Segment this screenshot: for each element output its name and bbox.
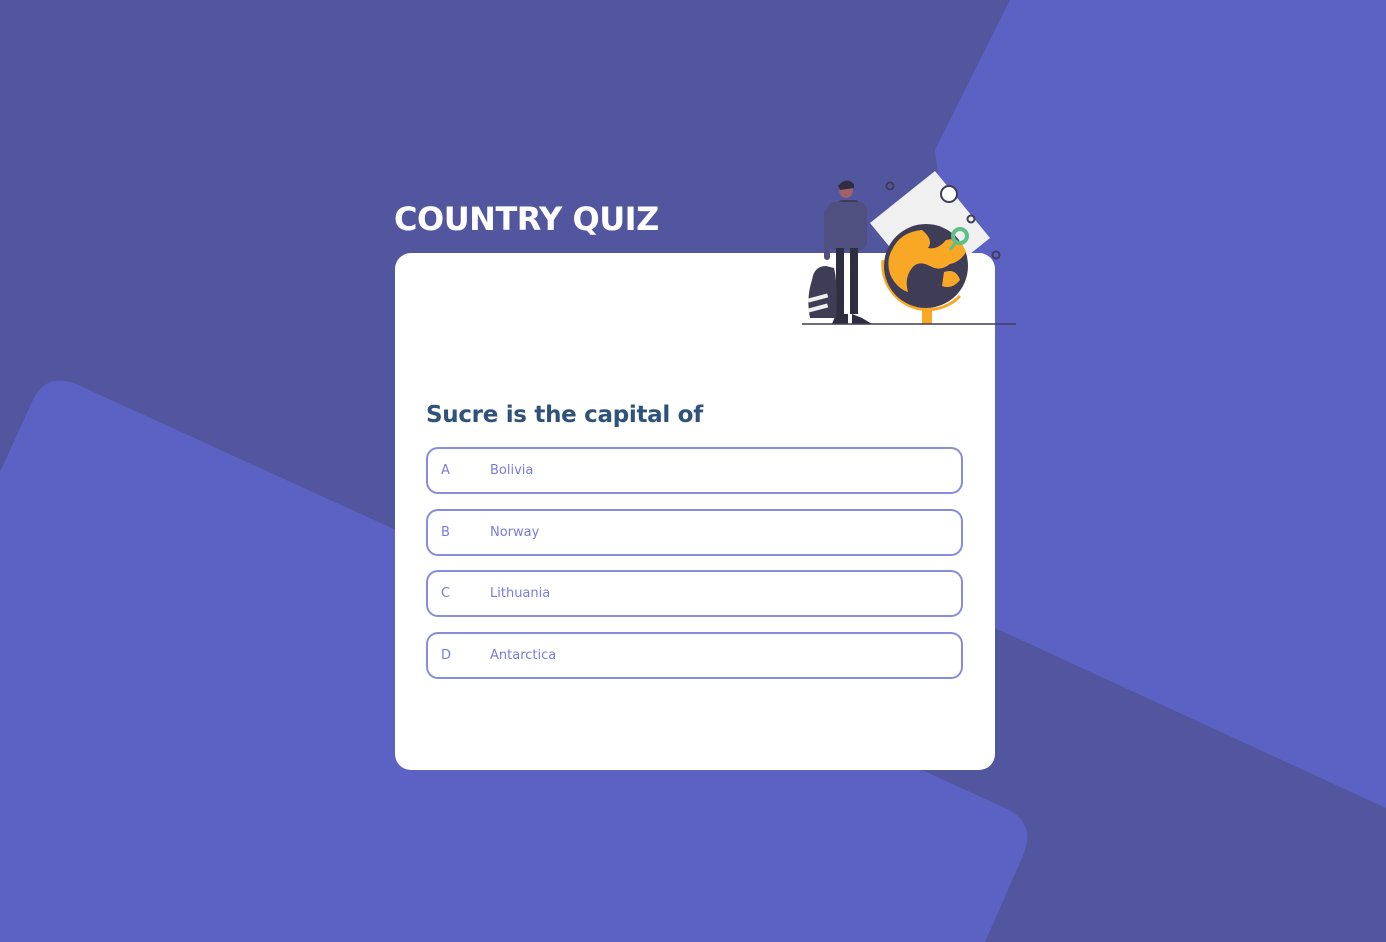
question-text: Sucre is the capital of	[426, 402, 703, 428]
option-letter: A	[441, 463, 450, 478]
quiz-title: COUNTRY QUIZ	[394, 200, 659, 238]
answer-option-c[interactable]: C Lithuania	[426, 570, 963, 617]
option-label: Bolivia	[490, 463, 534, 478]
answer-option-a[interactable]: A Bolivia	[426, 447, 963, 494]
dot-icon	[885, 181, 895, 191]
dot-icon	[940, 185, 958, 203]
traveler-globe-illustration	[802, 171, 1016, 325]
background-shape-top-right	[935, 0, 1386, 808]
answer-option-b[interactable]: B Norway	[426, 508, 963, 556]
option-label: Lithuania	[490, 586, 551, 601]
dot-icon	[991, 250, 1001, 260]
traveler-icon	[807, 180, 872, 324]
option-letter: B	[441, 524, 450, 540]
option-letter: C	[441, 586, 451, 601]
answer-options: A Bolivia B Norway C Lithuania D Antarct…	[426, 447, 963, 693]
answer-option-d[interactable]: D Antarctica	[426, 631, 963, 679]
option-label: Norway	[490, 524, 540, 540]
option-label: Antarctica	[490, 647, 557, 663]
option-letter: D	[441, 647, 452, 663]
